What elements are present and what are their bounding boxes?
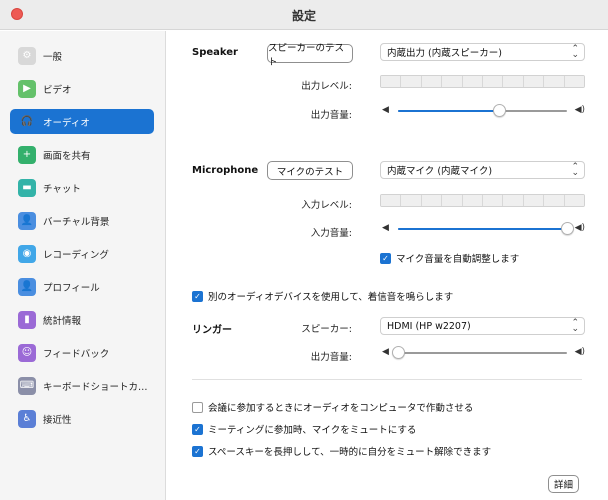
sidebar-item-label: フィードバック [43, 348, 110, 360]
sidebar-item-label: ビデオ [43, 84, 72, 96]
ringer-speaker-label: スピーカー: [301, 324, 352, 335]
output-level-label: 出力レベル: [301, 81, 352, 92]
sidebar-item[interactable]: ▬ チャット [10, 175, 154, 200]
settings-window: 設定 ⚙ 一般 ▶ ビデオ 🎧 オーディオ + 画面を共有 ▬ チャット 👤 バーチャル背景 ◉ レコーデ… [0, 0, 608, 500]
share-screen-icon: + [18, 145, 36, 164]
sidebar-item[interactable]: 👤 プロフィール [10, 274, 154, 299]
sidebar-item-label: 画面を共有 [43, 150, 91, 162]
video-camera-icon: ▶ [18, 79, 36, 98]
record-icon: ◉ [18, 244, 36, 263]
option-checkbox-row[interactable]: ✓ スペースキーを長押しして、一時的に自分をミュート解除できます [192, 444, 491, 458]
option-checkbox-row[interactable]: 会議に参加するときにオーディオをコンピュータで作動させる [192, 400, 473, 414]
title-bar: 設定 [0, 0, 608, 30]
option-checkbox-row[interactable]: ✓ ミーティングに参加時、マイクをミュートにする [192, 422, 416, 436]
checkbox-box[interactable]: ✓ [192, 290, 203, 302]
sidebar-item-label: 統計情報 [43, 315, 82, 327]
select-chevron-icon: ⌃ ⌄ [571, 162, 579, 178]
select-chevron-icon: ⌃ ⌄ [571, 318, 579, 334]
sidebar-item[interactable]: ▶ ビデオ [10, 76, 154, 101]
chat-bubble-icon: ▬ [18, 178, 36, 197]
profile-icon: 👤 [18, 277, 36, 296]
mic-high-icon: ◀) [574, 223, 585, 233]
ringer-device-value: HDMI (HP w2207) [387, 320, 471, 332]
settings-sidebar: ⚙ 一般 ▶ ビデオ 🎧 オーディオ + 画面を共有 ▬ チャット 👤 バーチャル背景 ◉ レコーディング… [0, 31, 166, 500]
sidebar-item-label: オーディオ [43, 117, 90, 129]
ringer-high-icon: ◀) [574, 347, 585, 357]
sidebar-item[interactable]: + 画面を共有 [10, 142, 154, 167]
select-chevron-icon: ⌃ ⌄ [571, 44, 579, 60]
sidebar-item[interactable]: 🎧 オーディオ [10, 109, 154, 134]
speaker-device-value: 内蔵出力 (内蔵スピーカー) [387, 48, 502, 59]
auto-adjust-mic-checkbox[interactable]: ✓ マイク音量を自動調整します [380, 251, 519, 265]
audio-settings-panel: Speaker スピーカーのテスト 内蔵出力 (内蔵スピーカー) ⌃ ⌄ 出力レベ… [167, 31, 608, 500]
microphone-device-select[interactable]: 内蔵マイク (内蔵マイク) ⌃ ⌄ [380, 161, 585, 179]
keyboard-icon: ⌨ [18, 376, 36, 395]
checkbox-box[interactable]: ✓ [192, 445, 203, 457]
section-divider [192, 379, 582, 380]
sidebar-item-label: 一般 [43, 51, 63, 63]
option-label: ミーティングに参加時、マイクをミュートにする [208, 425, 417, 436]
microphone-device-value: 内蔵マイク (内蔵マイク) [387, 166, 493, 177]
statistics-icon: ▮ [18, 310, 36, 329]
option-label: スペースキーを長押しして、一時的に自分をミュート解除できます [208, 447, 492, 458]
advanced-button[interactable]: 詳細 [548, 475, 579, 493]
ringer-low-icon: ◀ [382, 347, 389, 357]
sidebar-item-label: レコーディング [43, 249, 109, 261]
output-level-meter [380, 75, 585, 88]
auto-adjust-mic-label: マイク音量を自動調整します [396, 254, 520, 265]
output-volume-slider[interactable]: ◀ ◀) [380, 103, 585, 119]
input-volume-thumb[interactable] [561, 222, 574, 235]
input-level-meter [380, 194, 585, 207]
sidebar-item-label: バーチャル背景 [43, 216, 110, 228]
feedback-icon: ☺ [18, 343, 36, 362]
ringer-volume-label: 出力音量: [310, 352, 352, 363]
ringer-device-select[interactable]: HDMI (HP w2207) ⌃ ⌄ [380, 317, 585, 335]
sidebar-item-label: 接近性 [43, 414, 72, 426]
test-microphone-button[interactable]: マイクのテスト [267, 161, 353, 180]
sidebar-item-label: キーボードショートカ… [43, 381, 148, 393]
gear-icon: ⚙ [18, 46, 36, 65]
sidebar-item[interactable]: ▮ 統計情報 [10, 307, 154, 332]
speaker-low-icon: ◀ [382, 105, 389, 115]
sidebar-item[interactable]: ☺ フィードバック [10, 340, 154, 365]
separate-ringer-device-checkbox[interactable]: ✓ 別のオーディオデバイスを使用して、着信音を鳴らします [192, 289, 453, 303]
input-volume-slider[interactable]: ◀ ◀) [380, 221, 585, 237]
checkbox-box[interactable] [192, 401, 203, 413]
output-volume-label: 出力音量: [310, 110, 352, 121]
ringer-section-label: リンガー [192, 325, 232, 336]
speaker-high-icon: ◀) [574, 105, 585, 115]
virtual-background-icon: 👤 [18, 211, 36, 230]
ringer-volume-slider[interactable]: ◀ ◀) [380, 345, 585, 361]
checkbox-box[interactable]: ✓ [380, 252, 391, 264]
headphones-icon: 🎧 [20, 116, 34, 127]
sidebar-item[interactable]: ⚙ 一般 [10, 43, 154, 68]
output-volume-thumb[interactable] [493, 104, 507, 117]
separate-ringer-device-label: 別のオーディオデバイスを使用して、着信音を鳴らします [208, 292, 454, 303]
microphone-section-label: Microphone [192, 165, 259, 176]
input-volume-label: 入力音量: [310, 228, 352, 239]
mic-low-icon: ◀ [382, 223, 389, 233]
window-title: 設定 [291, 9, 316, 23]
checkbox-box[interactable]: ✓ [192, 423, 203, 435]
speaker-device-select[interactable]: 内蔵出力 (内蔵スピーカー) ⌃ ⌄ [380, 43, 585, 61]
option-label: 会議に参加するときにオーディオをコンピュータで作動させる [208, 403, 474, 414]
sidebar-item[interactable]: ⌨ キーボードショートカ… [10, 373, 154, 398]
sidebar-item[interactable]: ♿ 接近性 [10, 406, 154, 431]
test-speaker-button[interactable]: スピーカーのテスト [267, 43, 353, 68]
sidebar-item[interactable]: ◉ レコーディング [10, 241, 154, 266]
sidebar-item[interactable]: 👤 バーチャル背景 [10, 208, 154, 233]
speaker-section-label: Speaker [192, 47, 238, 58]
input-level-label: 入力レベル: [301, 200, 352, 211]
accessibility-icon: ♿ [18, 409, 36, 428]
ringer-volume-thumb[interactable] [392, 346, 405, 359]
sidebar-item-label: プロフィール [43, 282, 100, 294]
sidebar-item-label: チャット [43, 183, 81, 195]
